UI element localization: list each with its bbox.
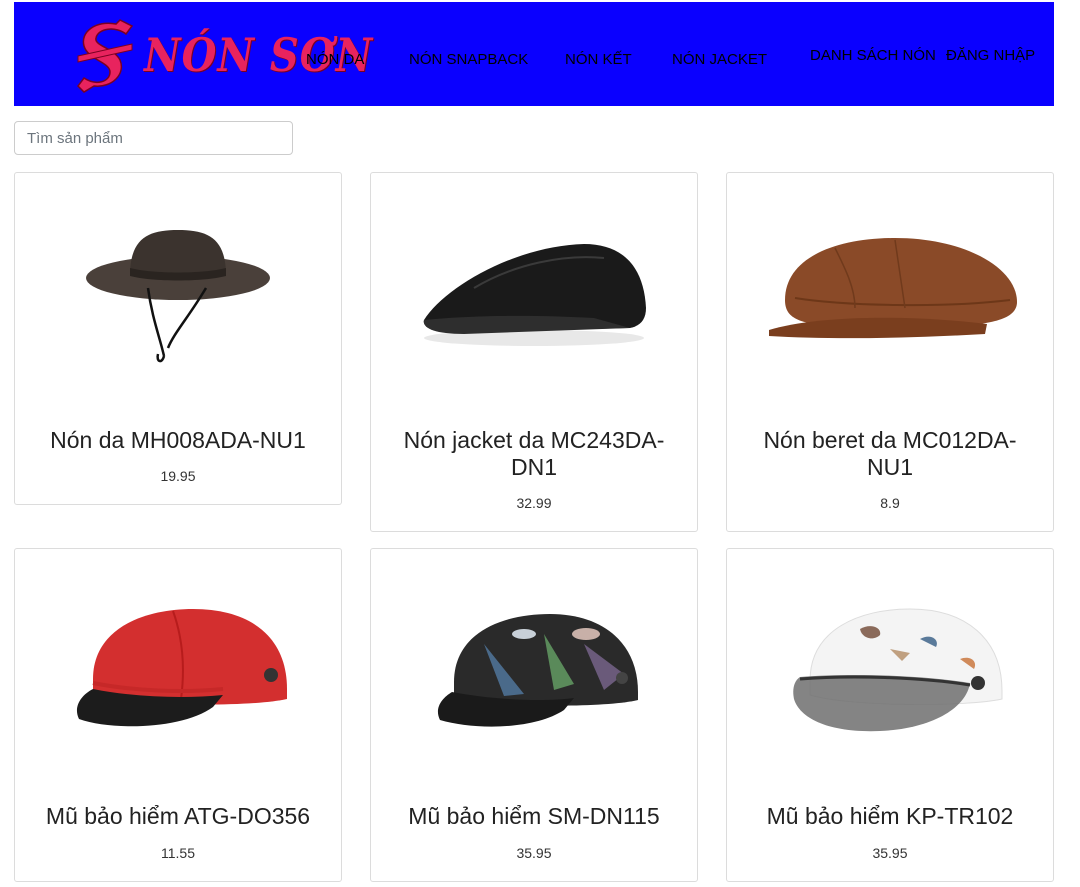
product-name: Nón beret da MC012DA-NU1 [763,427,1017,480]
product-image [15,569,341,769]
s-logo-icon [77,19,134,93]
product-image [371,569,697,769]
visor-helmet-image [793,608,1003,732]
product-image [727,569,1053,769]
product-card[interactable]: Mũ bảo hiểm ATG-DO356 11.55 [14,548,342,882]
product-price: 19.95 [160,468,196,484]
navbar: NÓN SƠN NÓN DA NÓN SNAPBACK NÓN KẾT NÓN … [14,2,1054,106]
product-card[interactable]: Nón beret da MC012DA-NU1 8.9 [726,172,1054,532]
product-price: 8.9 [880,495,900,511]
product-card[interactable]: Mũ bảo hiểm SM-DN115 35.95 [370,548,698,882]
red-helmet-image [76,609,287,727]
product-card[interactable]: Nón jacket da MC243DA-DN1 32.99 [370,172,698,532]
product-name: Mũ bảo hiểm SM-DN115 [408,803,660,829]
beret-cap-image [769,238,1017,339]
product-card[interactable]: Nón da MH008ADA-NU1 19.95 [14,172,342,505]
product-image [371,193,697,393]
product-price: 35.95 [516,845,552,861]
nav-item-non-jacket[interactable]: NÓN JACKET [672,51,767,68]
product-image [727,193,1053,393]
nav-item-non-ket[interactable]: NÓN KẾT [565,51,632,68]
flat-cap-image [423,244,646,346]
search-input[interactable] [14,121,293,155]
product-card[interactable]: Mũ bảo hiểm KP-TR102 35.95 [726,548,1054,882]
bucket-hat-image [86,230,270,363]
product-price: 35.95 [872,845,908,861]
patterned-helmet-image [437,614,638,727]
product-price: 32.99 [516,495,552,511]
product-image [15,193,341,393]
nav-item-non-snapback[interactable]: NÓN SNAPBACK [409,51,528,68]
nav-item-dang-nhap[interactable]: ĐĂNG NHẬP [946,47,1035,64]
nav-item-danh-sach-non[interactable]: DANH SÁCH NÓN [810,47,936,64]
product-name: Nón jacket da MC243DA-DN1 [403,427,665,480]
product-name: Nón da MH008ADA-NU1 [50,427,306,453]
product-name: Mũ bảo hiểm ATG-DO356 [45,803,311,829]
nav-item-non-da[interactable]: NÓN DA [306,51,364,68]
product-name: Mũ bảo hiểm KP-TR102 [766,803,1014,829]
product-price: 11.55 [161,845,195,861]
